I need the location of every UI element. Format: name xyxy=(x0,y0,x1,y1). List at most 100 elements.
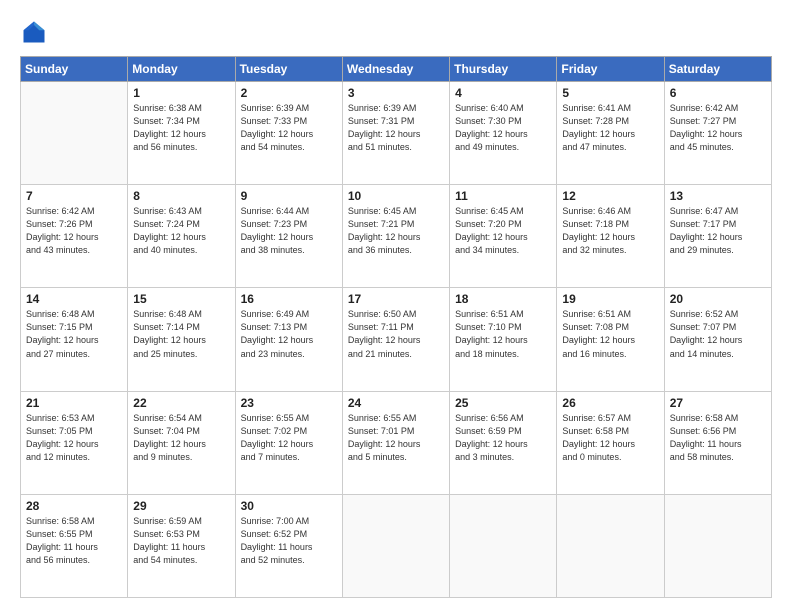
day-cell xyxy=(664,494,771,597)
day-number: 16 xyxy=(241,292,337,306)
day-number: 5 xyxy=(562,86,658,100)
day-cell: 17 Sunrise: 6:50 AM Sunset: 7:11 PM Dayli… xyxy=(342,288,449,391)
day-info: Sunrise: 6:45 AM Sunset: 7:20 PM Dayligh… xyxy=(455,205,551,257)
day-cell: 8Sunrise: 6:43 AM Sunset: 7:24 PM Daylig… xyxy=(128,185,235,288)
day-info: Sunrise: 6:50 AM Sunset: 7:11 PM Dayligh… xyxy=(348,308,444,360)
day-cell: 12Sunrise: 6:46 AM Sunset: 7:18 PM Dayli… xyxy=(557,185,664,288)
weekday-header-row: SundayMondayTuesdayWednesdayThursdayFrid… xyxy=(21,57,772,82)
day-cell: 2 Sunrise: 6:39 AM Sunset: 7:33 PM Daylig… xyxy=(235,82,342,185)
day-cell: 10 Sunrise: 6:45 AM Sunset: 7:21 PM Dayli… xyxy=(342,185,449,288)
day-info: Sunrise: 6:56 AM Sunset: 6:59 PM Dayligh… xyxy=(455,412,551,464)
day-number: 15 xyxy=(133,292,229,306)
calendar-table: SundayMondayTuesdayWednesdayThursdayFrid… xyxy=(20,56,772,598)
day-cell: 24 Sunrise: 6:55 AM Sunset: 7:01 PM Dayli… xyxy=(342,391,449,494)
day-info: Sunrise: 6:58 AM Sunset: 6:56 PM Dayligh… xyxy=(670,412,766,464)
day-info: Sunrise: 6:40 AM Sunset: 7:30 PM Dayligh… xyxy=(455,102,551,154)
weekday-monday: Monday xyxy=(128,57,235,82)
day-info: Sunrise: 6:58 AM Sunset: 6:55 PM Dayligh… xyxy=(26,515,122,567)
day-cell: 18 Sunrise: 6:51 AM Sunset: 7:10 PM Dayli… xyxy=(450,288,557,391)
day-number: 4 xyxy=(455,86,551,100)
day-info: Sunrise: 6:48 AM Sunset: 7:15 PM Dayligh… xyxy=(26,308,122,360)
day-number: 26 xyxy=(562,396,658,410)
day-cell: 15 Sunrise: 6:48 AM Sunset: 7:14 PM Dayli… xyxy=(128,288,235,391)
day-number: 2 xyxy=(241,86,337,100)
weekday-tuesday: Tuesday xyxy=(235,57,342,82)
day-cell: 14 Sunrise: 6:48 AM Sunset: 7:15 PM Dayli… xyxy=(21,288,128,391)
day-number: 13 xyxy=(670,189,766,203)
day-cell: 20 Sunrise: 6:52 AM Sunset: 7:07 PM Dayli… xyxy=(664,288,771,391)
day-info: Sunrise: 6:57 AM Sunset: 6:58 PM Dayligh… xyxy=(562,412,658,464)
day-number: 12 xyxy=(562,189,658,203)
day-number: 18 xyxy=(455,292,551,306)
day-info: Sunrise: 6:39 AM Sunset: 7:33 PM Dayligh… xyxy=(241,102,337,154)
day-info: Sunrise: 6:59 AM Sunset: 6:53 PM Dayligh… xyxy=(133,515,229,567)
day-number: 30 xyxy=(241,499,337,513)
day-info: Sunrise: 6:51 AM Sunset: 7:08 PM Dayligh… xyxy=(562,308,658,360)
day-info: Sunrise: 6:55 AM Sunset: 7:01 PM Dayligh… xyxy=(348,412,444,464)
day-number: 29 xyxy=(133,499,229,513)
day-cell: 19Sunrise: 6:51 AM Sunset: 7:08 PM Dayli… xyxy=(557,288,664,391)
day-cell: 27Sunrise: 6:58 AM Sunset: 6:56 PM Dayli… xyxy=(664,391,771,494)
day-info: Sunrise: 6:38 AM Sunset: 7:34 PM Dayligh… xyxy=(133,102,229,154)
day-cell: 16Sunrise: 6:49 AM Sunset: 7:13 PM Dayli… xyxy=(235,288,342,391)
day-number: 20 xyxy=(670,292,766,306)
page: SundayMondayTuesdayWednesdayThursdayFrid… xyxy=(0,0,792,612)
day-number: 28 xyxy=(26,499,122,513)
day-number: 22 xyxy=(133,396,229,410)
day-cell: 7 Sunrise: 6:42 AM Sunset: 7:26 PM Daylig… xyxy=(21,185,128,288)
day-number: 11 xyxy=(455,189,551,203)
day-cell: 1Sunrise: 6:38 AM Sunset: 7:34 PM Daylig… xyxy=(128,82,235,185)
day-info: Sunrise: 6:52 AM Sunset: 7:07 PM Dayligh… xyxy=(670,308,766,360)
day-info: Sunrise: 6:47 AM Sunset: 7:17 PM Dayligh… xyxy=(670,205,766,257)
weekday-wednesday: Wednesday xyxy=(342,57,449,82)
day-cell: 30 Sunrise: 7:00 AM Sunset: 6:52 PM Dayli… xyxy=(235,494,342,597)
day-number: 23 xyxy=(241,396,337,410)
day-cell: 23 Sunrise: 6:55 AM Sunset: 7:02 PM Dayli… xyxy=(235,391,342,494)
day-number: 3 xyxy=(348,86,444,100)
day-info: Sunrise: 6:51 AM Sunset: 7:10 PM Dayligh… xyxy=(455,308,551,360)
day-info: Sunrise: 6:43 AM Sunset: 7:24 PM Dayligh… xyxy=(133,205,229,257)
weekday-friday: Friday xyxy=(557,57,664,82)
day-info: Sunrise: 7:00 AM Sunset: 6:52 PM Dayligh… xyxy=(241,515,337,567)
day-cell: 3 Sunrise: 6:39 AM Sunset: 7:31 PM Daylig… xyxy=(342,82,449,185)
week-row-4: 21Sunrise: 6:53 AM Sunset: 7:05 PM Dayli… xyxy=(21,391,772,494)
header xyxy=(20,18,772,46)
week-row-1: 1Sunrise: 6:38 AM Sunset: 7:34 PM Daylig… xyxy=(21,82,772,185)
day-info: Sunrise: 6:41 AM Sunset: 7:28 PM Dayligh… xyxy=(562,102,658,154)
day-info: Sunrise: 6:42 AM Sunset: 7:27 PM Dayligh… xyxy=(670,102,766,154)
day-number: 9 xyxy=(241,189,337,203)
day-cell: 21Sunrise: 6:53 AM Sunset: 7:05 PM Dayli… xyxy=(21,391,128,494)
day-info: Sunrise: 6:42 AM Sunset: 7:26 PM Dayligh… xyxy=(26,205,122,257)
day-number: 7 xyxy=(26,189,122,203)
day-cell xyxy=(21,82,128,185)
day-number: 21 xyxy=(26,396,122,410)
day-cell: 28 Sunrise: 6:58 AM Sunset: 6:55 PM Dayli… xyxy=(21,494,128,597)
day-cell: 5 Sunrise: 6:41 AM Sunset: 7:28 PM Daylig… xyxy=(557,82,664,185)
day-cell: 25 Sunrise: 6:56 AM Sunset: 6:59 PM Dayli… xyxy=(450,391,557,494)
weekday-saturday: Saturday xyxy=(664,57,771,82)
day-number: 10 xyxy=(348,189,444,203)
day-info: Sunrise: 6:45 AM Sunset: 7:21 PM Dayligh… xyxy=(348,205,444,257)
day-info: Sunrise: 6:55 AM Sunset: 7:02 PM Dayligh… xyxy=(241,412,337,464)
day-cell: 9 Sunrise: 6:44 AM Sunset: 7:23 PM Daylig… xyxy=(235,185,342,288)
day-cell: 26 Sunrise: 6:57 AM Sunset: 6:58 PM Dayli… xyxy=(557,391,664,494)
day-cell: 22 Sunrise: 6:54 AM Sunset: 7:04 PM Dayli… xyxy=(128,391,235,494)
day-cell: 11 Sunrise: 6:45 AM Sunset: 7:20 PM Dayli… xyxy=(450,185,557,288)
day-number: 24 xyxy=(348,396,444,410)
logo xyxy=(20,18,52,46)
day-cell: 4 Sunrise: 6:40 AM Sunset: 7:30 PM Daylig… xyxy=(450,82,557,185)
day-cell: 29 Sunrise: 6:59 AM Sunset: 6:53 PM Dayli… xyxy=(128,494,235,597)
week-row-5: 28 Sunrise: 6:58 AM Sunset: 6:55 PM Dayli… xyxy=(21,494,772,597)
day-cell xyxy=(557,494,664,597)
logo-icon xyxy=(20,18,48,46)
day-info: Sunrise: 6:48 AM Sunset: 7:14 PM Dayligh… xyxy=(133,308,229,360)
weekday-sunday: Sunday xyxy=(21,57,128,82)
day-info: Sunrise: 6:54 AM Sunset: 7:04 PM Dayligh… xyxy=(133,412,229,464)
week-row-2: 7 Sunrise: 6:42 AM Sunset: 7:26 PM Daylig… xyxy=(21,185,772,288)
day-info: Sunrise: 6:39 AM Sunset: 7:31 PM Dayligh… xyxy=(348,102,444,154)
day-number: 14 xyxy=(26,292,122,306)
day-number: 25 xyxy=(455,396,551,410)
day-cell: 13 Sunrise: 6:47 AM Sunset: 7:17 PM Dayli… xyxy=(664,185,771,288)
day-info: Sunrise: 6:44 AM Sunset: 7:23 PM Dayligh… xyxy=(241,205,337,257)
day-number: 17 xyxy=(348,292,444,306)
